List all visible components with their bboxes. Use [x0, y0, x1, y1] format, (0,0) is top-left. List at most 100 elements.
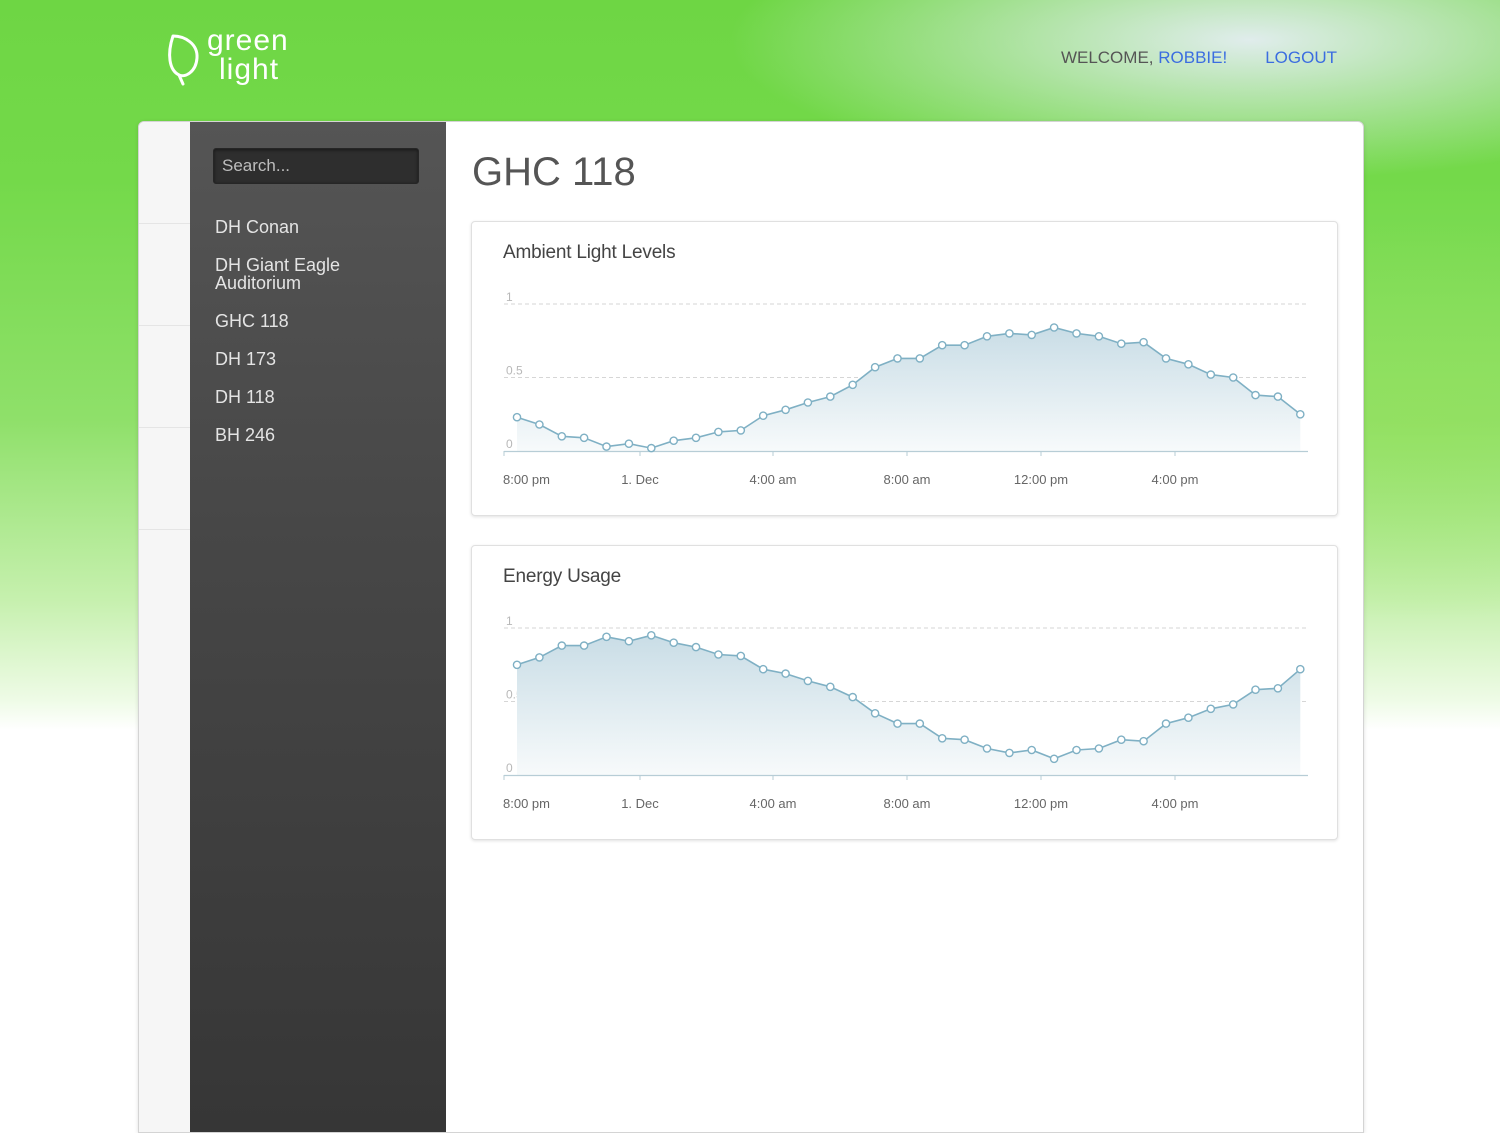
- data-point[interactable]: [960, 735, 969, 744]
- data-point[interactable]: [736, 426, 746, 435]
- data-point[interactable]: [1273, 392, 1283, 401]
- data-point[interactable]: [982, 332, 992, 341]
- data-point[interactable]: [1027, 745, 1037, 755]
- sidebar-item-room[interactable]: BH 246: [215, 426, 425, 444]
- logout-link[interactable]: LOGOUT: [1265, 48, 1337, 68]
- data-point[interactable]: [1072, 329, 1081, 338]
- data-point[interactable]: [1005, 748, 1014, 758]
- data-point[interactable]: [1273, 683, 1283, 693]
- user-name-link[interactable]: ROBBIE!: [1158, 48, 1227, 67]
- ambient-light-card: Ambient Light Levels 0 0.5 1 8:00 pm 1. Dec 4…: [471, 221, 1338, 516]
- sidebar-item-room[interactable]: DH 173: [215, 350, 425, 368]
- data-point[interactable]: [579, 641, 589, 650]
- data-point[interactable]: [624, 636, 634, 646]
- data-point[interactable]: [1161, 719, 1171, 728]
- data-point[interactable]: [870, 708, 880, 718]
- data-point[interactable]: [1094, 332, 1104, 341]
- data-point[interactable]: [669, 436, 678, 445]
- room-list: DH Conan DH Giant Eagle Auditorium GHC 118…: [215, 218, 425, 464]
- data-point[interactable]: [870, 362, 880, 372]
- data-point[interactable]: [535, 653, 544, 662]
- data-point[interactable]: [1117, 735, 1126, 744]
- data-point[interactable]: [781, 405, 790, 415]
- data-point[interactable]: [579, 433, 589, 443]
- data-point[interactable]: [1184, 359, 1193, 369]
- data-point[interactable]: [758, 411, 768, 420]
- data-point[interactable]: [803, 676, 813, 686]
- data-point[interactable]: [848, 692, 858, 702]
- x-tick-label: 12:00 pm: [1014, 472, 1068, 487]
- data-point[interactable]: [714, 650, 723, 659]
- data-point[interactable]: [1049, 754, 1059, 764]
- left-rail: [139, 122, 190, 1132]
- data-point[interactable]: [982, 744, 992, 753]
- top-nav: WELCOME, ROBBIE! LOGOUT: [1061, 48, 1337, 68]
- data-point[interactable]: [1228, 700, 1238, 709]
- logo-line-1: green: [207, 24, 289, 57]
- data-point[interactable]: [825, 392, 835, 401]
- logo-wordmark: green light: [207, 24, 289, 86]
- rail-slot: [139, 122, 190, 224]
- data-point[interactable]: [512, 660, 522, 670]
- sidebar-item-room[interactable]: DH 118: [215, 388, 425, 406]
- sidebar-item-room[interactable]: DH Conan: [215, 218, 425, 236]
- data-point[interactable]: [691, 433, 701, 443]
- data-point[interactable]: [937, 340, 947, 350]
- search-input[interactable]: [213, 148, 419, 184]
- data-point[interactable]: [1027, 330, 1037, 340]
- green-light-logo[interactable]: green light: [165, 26, 325, 90]
- x-tick-label: 8:00 am: [884, 472, 931, 487]
- data-point[interactable]: [1228, 373, 1238, 382]
- data-point[interactable]: [893, 354, 902, 363]
- x-tick-label: 4:00 am: [750, 472, 797, 487]
- data-point[interactable]: [1005, 329, 1014, 338]
- data-point[interactable]: [1049, 323, 1059, 332]
- welcome-label: WELCOME,: [1060, 48, 1159, 67]
- data-point[interactable]: [714, 427, 723, 437]
- data-point[interactable]: [557, 641, 567, 650]
- data-point[interactable]: [512, 412, 522, 422]
- y-tick-label: 1: [506, 614, 513, 628]
- data-point[interactable]: [602, 632, 611, 642]
- data-point[interactable]: [893, 719, 902, 728]
- data-point[interactable]: [602, 442, 611, 451]
- data-point[interactable]: [1206, 370, 1216, 379]
- y-tick-label: 0.5: [506, 364, 523, 378]
- sidebar-item-room[interactable]: GHC 118: [215, 312, 425, 330]
- data-point[interactable]: [1296, 409, 1305, 419]
- data-point[interactable]: [1094, 744, 1104, 753]
- data-point[interactable]: [1251, 685, 1260, 694]
- data-point[interactable]: [803, 398, 813, 407]
- data-point[interactable]: [781, 669, 790, 678]
- data-point[interactable]: [669, 638, 678, 647]
- data-point[interactable]: [1072, 745, 1081, 755]
- x-tick-label: 8:00 am: [884, 796, 931, 811]
- rail-slot: [139, 224, 190, 326]
- data-point[interactable]: [736, 651, 746, 661]
- data-point[interactable]: [1206, 704, 1216, 714]
- data-point[interactable]: [691, 642, 701, 652]
- sidebar-item-room[interactable]: DH Giant Eagle Auditorium: [215, 256, 425, 292]
- data-point[interactable]: [1139, 337, 1148, 347]
- data-point[interactable]: [535, 420, 544, 429]
- data-point[interactable]: [557, 431, 567, 441]
- data-point[interactable]: [1251, 390, 1260, 400]
- data-point[interactable]: [758, 664, 768, 674]
- data-point[interactable]: [915, 719, 925, 728]
- data-point[interactable]: [646, 631, 656, 640]
- data-point[interactable]: [1184, 713, 1193, 722]
- data-point[interactable]: [1117, 339, 1126, 348]
- data-point[interactable]: [825, 682, 835, 692]
- logo-line-2: light: [219, 53, 280, 86]
- data-point[interactable]: [1161, 354, 1171, 363]
- data-point[interactable]: [624, 439, 634, 448]
- data-point[interactable]: [937, 733, 947, 743]
- data-point[interactable]: [848, 380, 858, 390]
- data-point[interactable]: [1139, 736, 1148, 746]
- data-point[interactable]: [1296, 664, 1305, 674]
- y-tick-label: 0: [506, 437, 513, 451]
- data-point[interactable]: [646, 443, 656, 453]
- x-tick-label: 8:00 pm: [503, 796, 550, 811]
- data-point[interactable]: [915, 354, 925, 363]
- data-point[interactable]: [960, 340, 969, 350]
